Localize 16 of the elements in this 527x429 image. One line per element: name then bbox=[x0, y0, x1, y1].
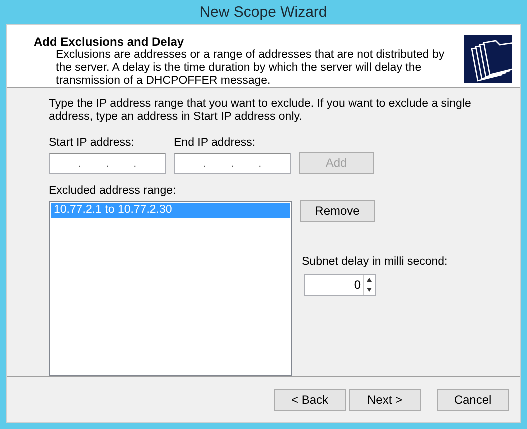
field-label: End IP address: bbox=[174, 137, 257, 150]
delay-label: Subnet delay in milli second: bbox=[302, 256, 449, 269]
page-description: Exclusions are addresses or a range of addresses that are not distributed by the server. A delay is the time duration by which the server will delay the transmission of a DHCPOFFER message. bbox=[55, 49, 446, 88]
window-title: New Scope Wizard bbox=[198, 2, 328, 22]
end-ip-field[interactable]: . . . bbox=[174, 153, 291, 174]
folders-icon bbox=[464, 35, 512, 83]
list-label: Excluded address range: bbox=[49, 185, 178, 198]
cancel-button[interactable]: Cancel bbox=[437, 388, 509, 410]
back-button[interactable]: < Back bbox=[274, 388, 346, 410]
next-button[interactable]: Next > bbox=[349, 388, 421, 410]
field-label: Start IP address: bbox=[49, 137, 136, 150]
remove-button[interactable]: Remove bbox=[300, 200, 375, 222]
delay-spinner[interactable]: 0 bbox=[304, 274, 376, 296]
start-ip-field[interactable]: . . . bbox=[49, 153, 166, 174]
instructions-text: Type the IP address range that you want to exclude. If you want to exclude a single address, type an address in Start IP address only. bbox=[49, 98, 472, 124]
page-title: Add Exclusions and Delay bbox=[34, 35, 186, 49]
